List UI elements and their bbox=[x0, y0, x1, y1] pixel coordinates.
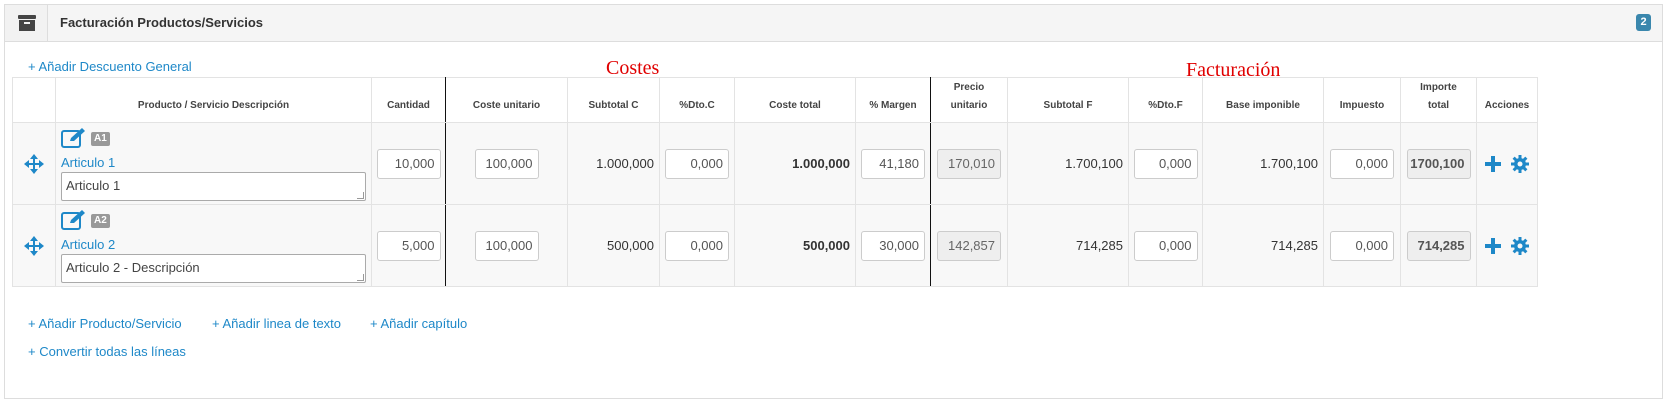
col-actions-header: Acciones bbox=[1476, 77, 1538, 123]
resize-grip-icon[interactable] bbox=[357, 274, 364, 281]
actions-cell bbox=[1476, 204, 1538, 287]
col-dto-c-header: %Dto.C bbox=[659, 77, 735, 123]
line-tag: A2 bbox=[91, 214, 110, 228]
tax-input[interactable]: 0,000 bbox=[1330, 230, 1394, 261]
quantity-cell: 10,000 bbox=[371, 122, 446, 205]
archive-icon bbox=[18, 15, 36, 31]
quantity-input[interactable]: 5,000 bbox=[376, 230, 441, 261]
product-description-value: Articulo 1 bbox=[66, 178, 121, 193]
tax-cell: 0,000 bbox=[1323, 122, 1401, 205]
unit-price-header-line1: Precio bbox=[953, 82, 985, 93]
actions-cell bbox=[1476, 122, 1538, 205]
move-arrows-icon[interactable] bbox=[24, 153, 44, 174]
subtotal-f-value: 1.700,100 bbox=[1007, 122, 1129, 205]
resize-grip-icon[interactable] bbox=[357, 192, 364, 199]
margin-input[interactable]: 41,180 bbox=[861, 148, 925, 179]
quantity-input[interactable]: 10,000 bbox=[376, 148, 441, 179]
archive-icon-box bbox=[5, 5, 48, 41]
col-product-header: Producto / Servicio Descripción bbox=[55, 77, 372, 123]
unit-price-cell: 170,010 bbox=[930, 122, 1008, 205]
product-cell: A1 Articulo 1 Articulo 1 bbox=[55, 122, 372, 205]
table-header-row: Producto / Servicio Descripción Cantidad… bbox=[12, 77, 1538, 123]
total-amount-cell: 1700,100 bbox=[1400, 122, 1477, 205]
product-description-textarea[interactable]: Articulo 2 - Descripción bbox=[61, 254, 366, 283]
total-amount-cell: 714,285 bbox=[1400, 204, 1477, 287]
total-amount-readonly: 714,285 bbox=[1406, 230, 1471, 261]
col-total-cost-header: Coste total bbox=[734, 77, 856, 123]
unit-cost-cell: 100,000 bbox=[445, 122, 568, 205]
margin-cell: 41,180 bbox=[855, 122, 931, 205]
unit-price-header-line2: unitario bbox=[950, 100, 988, 111]
margin-cell: 30,000 bbox=[855, 204, 931, 287]
plus-icon[interactable] bbox=[1485, 237, 1501, 254]
col-subtotal-f-header: Subtotal F bbox=[1007, 77, 1129, 123]
dto-f-cell: 0,000 bbox=[1128, 204, 1203, 287]
add-chapter-link[interactable]: + Añadir capítulo bbox=[370, 316, 467, 331]
col-tax-base-header: Base imponible bbox=[1202, 77, 1324, 123]
col-unit-cost-header: Coste unitario bbox=[445, 77, 568, 123]
col-quantity-header: Cantidad bbox=[371, 77, 446, 123]
total-amount-header-line1: Importe bbox=[1420, 82, 1457, 93]
product-name-link[interactable]: Articulo 2 bbox=[61, 237, 115, 252]
col-dto-f-header: %Dto.F bbox=[1128, 77, 1203, 123]
tax-base-value: 1.700,100 bbox=[1202, 122, 1324, 205]
panel-header: Facturación Productos/Servicios 2 bbox=[5, 5, 1662, 42]
convert-all-lines-link[interactable]: + Convertir todas las líneas bbox=[28, 344, 186, 359]
tax-base-value: 714,285 bbox=[1202, 204, 1324, 287]
edit-icon[interactable] bbox=[61, 210, 87, 230]
total-amount-header-line2: total bbox=[1427, 100, 1450, 111]
subtotal-c-value: 500,000 bbox=[567, 204, 660, 287]
col-subtotal-c-header: Subtotal C bbox=[567, 77, 660, 123]
col-unit-price-header: Precio unitario bbox=[930, 77, 1008, 123]
table-row: A1 Articulo 1 Articulo 1 10,000 100,000 … bbox=[12, 122, 1538, 205]
product-description-textarea[interactable]: Articulo 1 bbox=[61, 172, 366, 201]
margin-input[interactable]: 30,000 bbox=[861, 230, 925, 261]
panel-title: Facturación Productos/Servicios bbox=[60, 15, 264, 30]
add-general-discount-link[interactable]: + Añadir Descuento General bbox=[28, 59, 192, 74]
plus-icon[interactable] bbox=[1485, 155, 1501, 172]
dto-c-input[interactable]: 0,000 bbox=[665, 148, 729, 179]
subtotal-f-value: 714,285 bbox=[1007, 204, 1129, 287]
subtotal-c-value: 1.000,000 bbox=[567, 122, 660, 205]
col-total-amount-header: Importe total bbox=[1400, 77, 1477, 123]
unit-price-readonly: 170,010 bbox=[937, 148, 1001, 179]
unit-cost-cell: 100,000 bbox=[445, 204, 568, 287]
tax-input[interactable]: 0,000 bbox=[1330, 148, 1394, 179]
dto-f-input[interactable]: 0,000 bbox=[1133, 148, 1198, 179]
total-cost-value: 500,000 bbox=[734, 204, 856, 287]
product-name-link[interactable]: Articulo 1 bbox=[61, 155, 115, 170]
unit-cost-input[interactable]: 100,000 bbox=[474, 148, 539, 179]
count-badge: 2 bbox=[1636, 14, 1651, 31]
product-cell: A2 Articulo 2 Articulo 2 - Descripción bbox=[55, 204, 372, 287]
drag-handle-cell[interactable] bbox=[12, 204, 56, 287]
col-margin-header: % Margen bbox=[855, 77, 931, 123]
dto-c-cell: 0,000 bbox=[659, 204, 735, 287]
move-arrows-icon[interactable] bbox=[24, 235, 44, 256]
quantity-cell: 5,000 bbox=[371, 204, 446, 287]
dto-f-input[interactable]: 0,000 bbox=[1133, 230, 1198, 261]
line-tag: A1 bbox=[91, 132, 110, 146]
total-cost-value: 1.000,000 bbox=[734, 122, 856, 205]
gear-icon[interactable] bbox=[1511, 154, 1529, 173]
unit-price-cell: 142,857 bbox=[930, 204, 1008, 287]
dto-c-cell: 0,000 bbox=[659, 122, 735, 205]
table-row: A2 Articulo 2 Articulo 2 - Descripción 5… bbox=[12, 204, 1538, 287]
product-description-value: Articulo 2 - Descripción bbox=[66, 260, 200, 275]
edit-icon[interactable] bbox=[61, 128, 87, 148]
gear-icon[interactable] bbox=[1511, 236, 1529, 255]
total-amount-readonly: 1700,100 bbox=[1406, 148, 1471, 179]
dto-c-input[interactable]: 0,000 bbox=[665, 230, 729, 261]
add-product-link[interactable]: + Añadir Producto/Servicio bbox=[28, 316, 182, 331]
dto-f-cell: 0,000 bbox=[1128, 122, 1203, 205]
add-text-line-link[interactable]: + Añadir linea de texto bbox=[212, 316, 341, 331]
lines-table: Producto / Servicio Descripción Cantidad… bbox=[12, 77, 1538, 287]
unit-price-readonly: 142,857 bbox=[937, 230, 1001, 261]
col-drag-header bbox=[12, 77, 56, 123]
drag-handle-cell[interactable] bbox=[12, 122, 56, 205]
col-tax-header: Impuesto bbox=[1323, 77, 1401, 123]
tax-cell: 0,000 bbox=[1323, 204, 1401, 287]
unit-cost-input[interactable]: 100,000 bbox=[474, 230, 539, 261]
